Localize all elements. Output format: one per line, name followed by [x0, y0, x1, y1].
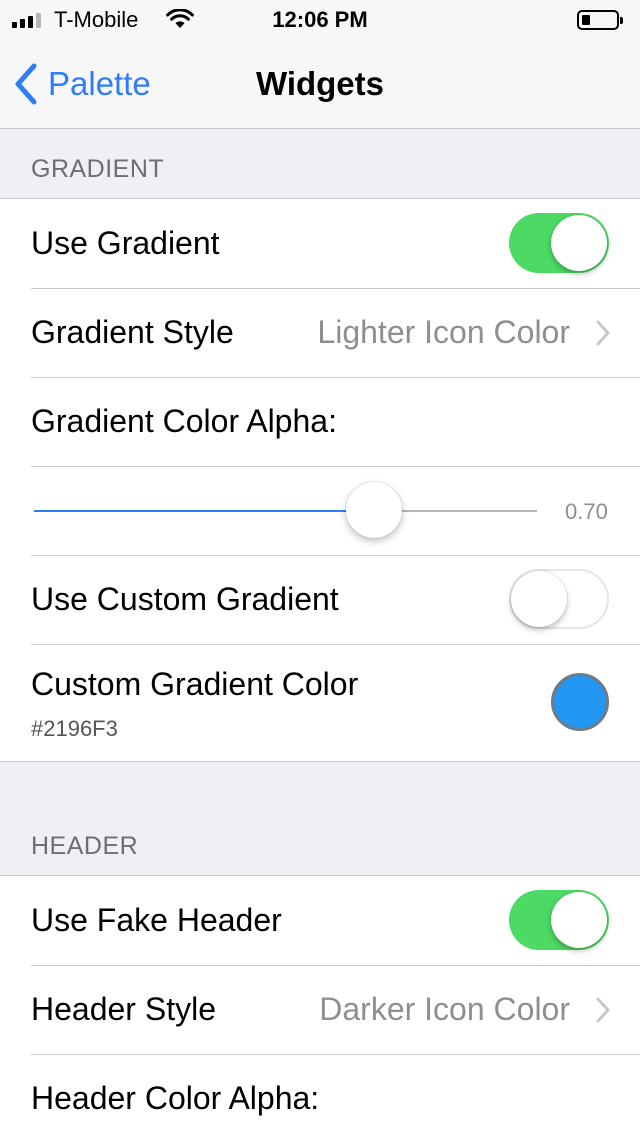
row-use-fake-header: Use Fake Header: [0, 876, 640, 965]
row-use-custom-gradient: Use Custom Gradient: [0, 555, 640, 644]
row-gradient-alpha-slider: 0.70: [0, 466, 640, 555]
page-title: Widgets: [255, 65, 385, 102]
gradient-style-value: Lighter Icon Color: [317, 314, 570, 350]
slider-track-filled[interactable]: [34, 510, 375, 512]
gradient-alpha-value: 0.70: [565, 499, 608, 524]
color-swatch[interactable]: [551, 673, 609, 731]
section-header-gradient: GRADIENT: [31, 155, 165, 183]
row-header-style[interactable]: Header Style Darker Icon Color: [0, 965, 640, 1054]
navigation-bar: Palette Widgets: [0, 40, 640, 128]
custom-gradient-color-label: Custom Gradient Color: [31, 666, 359, 702]
header-settings-group: Use Fake Header Header Style Darker Icon…: [0, 875, 640, 1143]
status-bar: T-Mobile 12:06 PM: [0, 0, 640, 40]
row-custom-gradient-color[interactable]: Custom Gradient Color #2196F3: [0, 644, 640, 761]
gradient-style-label: Gradient Style: [31, 314, 234, 350]
header-style-value: Darker Icon Color: [319, 991, 570, 1027]
header-alpha-label: Header Color Alpha:: [31, 1080, 320, 1116]
clock: 12:06 PM: [272, 7, 368, 32]
header-style-label: Header Style: [31, 991, 216, 1027]
battery-icon: [577, 10, 623, 30]
gradient-alpha-label: Gradient Color Alpha:: [31, 403, 337, 439]
row-use-gradient: Use Gradient: [0, 199, 640, 288]
section-header-header: HEADER: [31, 832, 139, 860]
custom-gradient-color-hex: #2196F3: [31, 716, 118, 741]
gradient-settings-group: Use Gradient Gradient Style Lighter Icon…: [0, 198, 640, 762]
row-gradient-style[interactable]: Gradient Style Lighter Icon Color: [0, 288, 640, 377]
row-gradient-alpha-label: Gradient Color Alpha:: [0, 377, 640, 466]
use-fake-header-toggle[interactable]: [509, 890, 609, 950]
row-header-alpha-label: Header Color Alpha:: [0, 1054, 640, 1143]
gradient-alpha-slider-thumb[interactable]: [346, 482, 402, 538]
use-gradient-label: Use Gradient: [31, 225, 220, 261]
use-custom-gradient-toggle[interactable]: [509, 569, 609, 629]
use-fake-header-label: Use Fake Header: [31, 902, 282, 938]
use-custom-gradient-label: Use Custom Gradient: [31, 581, 339, 617]
top-bar: T-Mobile 12:06 PM Palette Widgets: [0, 0, 640, 129]
chevron-right-icon: [596, 997, 610, 1023]
chevron-right-icon: [596, 320, 610, 346]
use-gradient-toggle[interactable]: [509, 213, 609, 273]
